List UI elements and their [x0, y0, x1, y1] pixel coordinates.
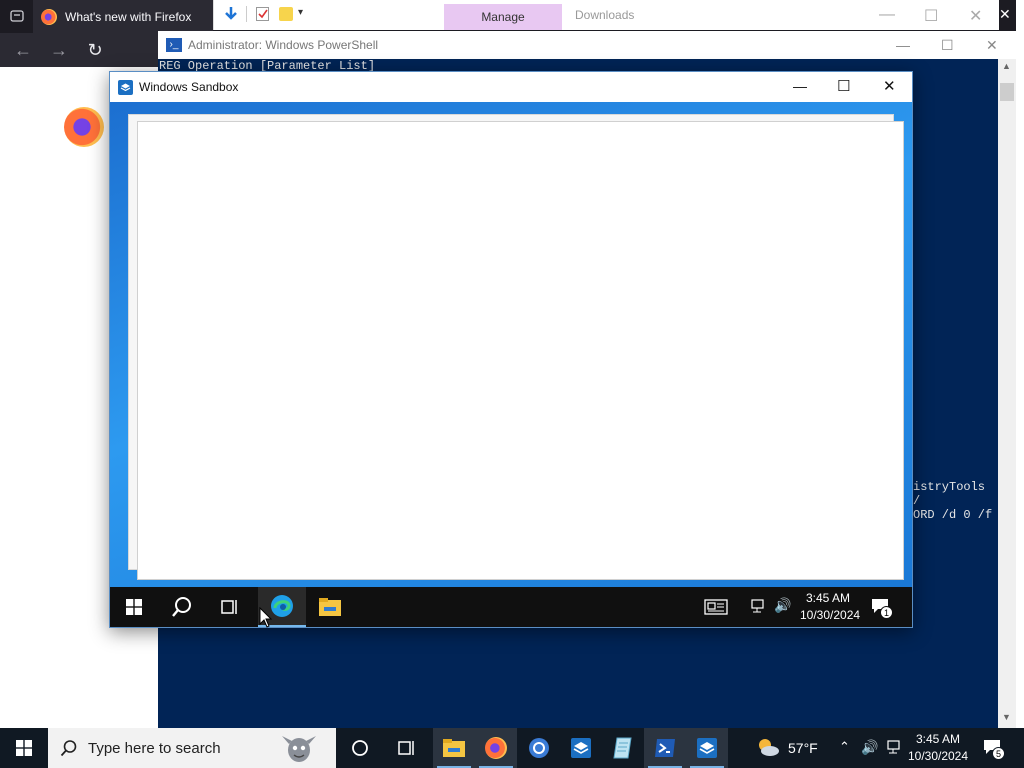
powershell-close-icon[interactable]: ✕ [986, 37, 998, 54]
console-line: istryTools / [913, 480, 986, 508]
sandbox-file-explorer-icon[interactable] [306, 587, 354, 627]
sandbox-window: Windows Sandbox — ☐ ✕ 🔊 3:45 AM 10/30/20… [109, 71, 913, 628]
powershell-title-bar[interactable]: ›_ Administrator: Windows PowerShell — ☐… [158, 31, 1016, 59]
sandbox-title-bar[interactable]: Windows Sandbox — ☐ ✕ [110, 72, 912, 102]
reload-icon[interactable]: ↻ [80, 35, 110, 65]
start-button-icon[interactable] [0, 728, 48, 768]
host-date: 10/30/2024 [907, 749, 969, 763]
taskbar-powershell-icon[interactable] [644, 728, 686, 768]
host-notification-icon[interactable]: 5 [983, 739, 1005, 760]
show-hidden-icons-icon[interactable]: ⌃ [839, 739, 850, 755]
taskbar-firefox-icon[interactable] [475, 728, 517, 768]
task-view-icon[interactable] [386, 728, 428, 768]
tab-manage[interactable]: Manage [444, 4, 562, 30]
host-clock[interactable]: 3:45 AM 10/30/2024 [907, 732, 969, 763]
sandbox-close-icon[interactable]: ✕ [883, 77, 896, 95]
explorer-close-icon[interactable]: ✕ [969, 6, 982, 26]
powershell-maximize-icon[interactable]: ☐ [941, 37, 954, 54]
taskbar-file-explorer-icon[interactable] [433, 728, 475, 768]
tab-list-icon[interactable] [2, 1, 32, 31]
scroll-up-icon[interactable]: ▲ [1002, 61, 1011, 71]
sandbox-network-icon[interactable] [751, 599, 767, 616]
host-time: 3:45 AM [915, 732, 961, 746]
cortana-icon[interactable] [339, 728, 381, 768]
search-icon [60, 740, 77, 757]
firefox-close-icon[interactable]: ✕ [999, 6, 1011, 23]
divider [246, 6, 247, 22]
network-icon[interactable] [887, 740, 903, 757]
sandbox-search-icon[interactable] [158, 587, 206, 627]
back-arrow-icon[interactable]: ← [8, 35, 38, 65]
sandbox-notification-icon[interactable]: 1 [871, 598, 893, 619]
sandbox-time: 3:45 AM [805, 591, 851, 605]
taskbar-notepad-icon[interactable] [602, 728, 644, 768]
weather-temperature[interactable]: 57°F [788, 740, 818, 756]
sandbox-volume-icon[interactable]: 🔊 [774, 597, 791, 614]
sandbox-date: 10/30/2024 [800, 608, 861, 622]
taskbar-chrome-icon[interactable] [518, 728, 560, 768]
host-taskbar: Type here to search 57°F ⌃ 🔊 3:45 AM 10/… [0, 728, 1024, 768]
powershell-minimize-icon[interactable]: — [896, 37, 910, 53]
taskbar-sandbox-window-icon[interactable] [686, 728, 728, 768]
powershell-title: Administrator: Windows PowerShell [188, 38, 379, 52]
sandbox-start-icon[interactable] [110, 587, 158, 627]
console-line: ORD /d 0 /f [913, 508, 993, 522]
sandbox-title: Windows Sandbox [139, 80, 239, 94]
quick-access-dropdown-icon[interactable]: ▾ [298, 7, 303, 18]
weather-icon[interactable] [755, 736, 781, 761]
firefox-icon [41, 8, 57, 25]
new-folder-icon[interactable] [279, 7, 293, 21]
properties-icon[interactable] [256, 7, 269, 21]
powershell-icon: ›_ [166, 38, 182, 52]
sandbox-icon [118, 79, 133, 95]
scroll-down-icon[interactable]: ▼ [1002, 712, 1011, 722]
sandbox-maximize-icon[interactable]: ☐ [837, 77, 850, 95]
sandbox-desktop[interactable] [110, 102, 912, 587]
sandbox-app-window[interactable] [137, 121, 904, 580]
tab-title: What's new with Firefox [65, 9, 192, 24]
explorer-maximize-icon[interactable]: ☐ [924, 6, 938, 26]
download-arrow-icon[interactable] [222, 5, 240, 26]
sandbox-taskbar: 🔊 3:45 AM 10/30/2024 1 [110, 587, 912, 627]
sandbox-minimize-icon[interactable]: — [793, 78, 807, 94]
sandbox-clock[interactable]: 3:45 AM 10/30/2024 [800, 591, 861, 622]
powershell-scrollbar[interactable]: ▲ ▼ [998, 59, 1016, 728]
firefox-window-edge [1016, 0, 1024, 728]
tab-whats-new[interactable]: What's new with Firefox [33, 0, 213, 33]
forward-arrow-icon[interactable]: → [44, 35, 74, 65]
explorer-ribbon: ▾ Manage Downloads — ☐ ✕ [213, 0, 999, 30]
explorer-window-title: Downloads [575, 8, 635, 22]
sandbox-notification-badge: 1 [880, 606, 893, 619]
explorer-minimize-icon[interactable]: — [879, 6, 895, 24]
mouse-cursor-icon [259, 606, 273, 632]
sandbox-news-icon[interactable] [692, 587, 740, 627]
host-notification-badge: 5 [992, 747, 1005, 760]
volume-icon[interactable]: 🔊 [861, 739, 878, 756]
taskbar-sandbox-icon[interactable] [560, 728, 602, 768]
search-placeholder: Type here to search [88, 739, 221, 757]
scrollbar-thumb[interactable] [1000, 83, 1014, 101]
search-highlight-icon [280, 732, 318, 768]
taskbar-search-box[interactable]: Type here to search [48, 728, 336, 768]
firefox-logo-icon [64, 107, 104, 147]
sandbox-task-view-icon[interactable] [206, 587, 254, 627]
